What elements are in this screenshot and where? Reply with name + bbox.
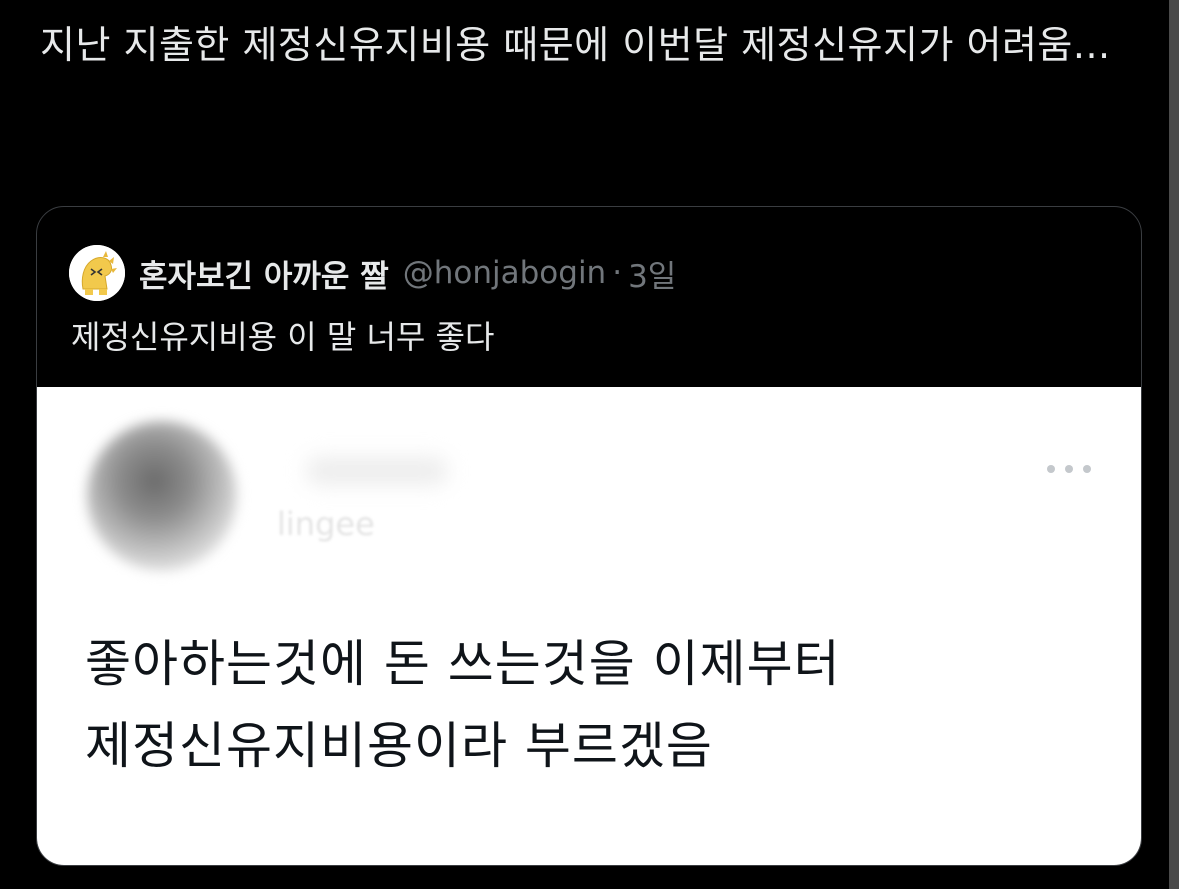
media-text: 좋아하는것에 돈 쓰는것을 이제부터 제정신유지비용이라 부르겠음 bbox=[85, 635, 858, 775]
app-root: 지난 지출한 제정신유지비용 때문에 이번달 제정신유지가 어려움... 혼자보… bbox=[0, 0, 1179, 889]
quoted-tweet-card[interactable]: 혼자보긴 아까운 짤 @honjabogin · 3일 제정신유지비용 이 말 … bbox=[36, 206, 1142, 866]
separator-dot: · bbox=[612, 255, 623, 291]
more-horizontal-icon bbox=[1047, 459, 1091, 479]
tweet-text: 지난 지출한 제정신유지비용 때문에 이번달 제정신유지가 어려움... bbox=[40, 23, 1111, 67]
quoted-media-image[interactable]: lingee 좋아하는것에 돈 쓰는것을 이제부터 제정신유지비용이라 부르겠음 bbox=[37, 387, 1141, 865]
quoted-timestamp[interactable]: 3일 bbox=[628, 251, 676, 296]
blurred-avatar bbox=[87, 421, 237, 571]
scrollbar-track[interactable] bbox=[1169, 0, 1179, 889]
quoted-tweet-text: 제정신유지비용 이 말 너무 좋다 bbox=[71, 318, 495, 356]
avatar[interactable] bbox=[69, 245, 125, 301]
scrollbar-thumb[interactable] bbox=[1169, 0, 1179, 889]
quoted-tweet-header: 혼자보긴 아까운 짤 @honjabogin · 3일 bbox=[69, 245, 676, 301]
blurred-display-name bbox=[307, 457, 447, 485]
quoted-display-name[interactable]: 혼자보긴 아까운 짤 bbox=[139, 251, 389, 296]
yellow-dinosaur-icon bbox=[69, 245, 125, 301]
blurred-handle: lingee bbox=[277, 505, 375, 543]
quoted-handle[interactable]: @honjabogin bbox=[403, 255, 606, 291]
